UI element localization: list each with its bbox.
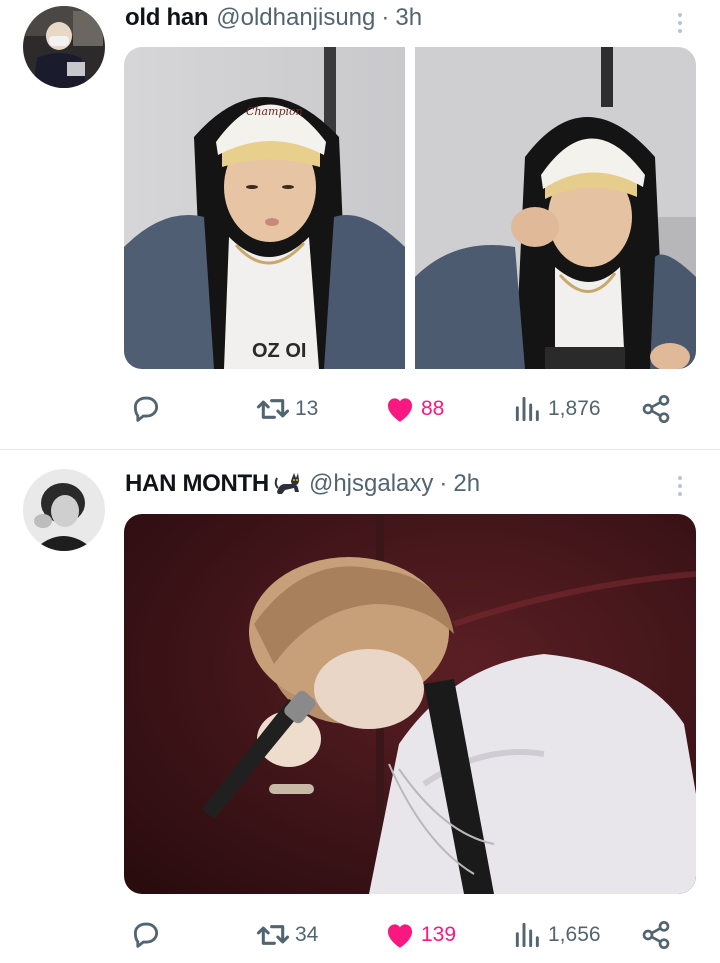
like-button[interactable]: 139 [383, 915, 456, 955]
display-name[interactable]: old han [125, 4, 209, 32]
logo-text: Champion [246, 105, 303, 118]
retweet-count: 13 [295, 397, 319, 420]
user-handle[interactable]: @hjsgalaxy [309, 470, 433, 498]
views-button[interactable]: 1,876 [512, 389, 601, 429]
tweet-header: HAN MONTH @hjsgalaxy · 2h [125, 467, 480, 501]
retweet-button[interactable]: 13 [255, 389, 318, 429]
tweet-actions: 34 139 1,656 [124, 915, 696, 955]
views-chart-icon [515, 922, 539, 948]
reply-button[interactable] [129, 389, 167, 429]
like-button[interactable]: 88 [383, 389, 444, 429]
tweet-actions: 13 88 1,876 [124, 389, 696, 429]
user-handle[interactable]: @oldhanjisung [216, 4, 375, 32]
retweet-icon [256, 925, 290, 945]
media-grid[interactable]: Champion OZ OI [124, 47, 696, 369]
reply-button[interactable] [129, 915, 167, 955]
display-name[interactable]: HAN MONTH [125, 470, 269, 498]
tweet-photo[interactable] [124, 514, 696, 894]
more-options-icon[interactable] [668, 471, 692, 501]
reply-icon [133, 396, 159, 422]
more-options-icon[interactable] [668, 8, 692, 38]
views-chart-icon [515, 396, 539, 422]
separator-dot: · [381, 4, 390, 31]
cat-icon [274, 473, 299, 494]
timestamp[interactable]: 2h [453, 470, 480, 498]
like-count: 88 [421, 397, 445, 420]
tweet-photo[interactable] [415, 47, 696, 369]
avatar[interactable] [23, 6, 105, 88]
shirt-print: OZ OI [252, 340, 306, 362]
retweet-count: 34 [295, 923, 319, 946]
retweet-icon [256, 399, 290, 419]
timestamp[interactable]: 3h [395, 4, 422, 32]
avatar[interactable] [23, 469, 105, 551]
heart-icon [387, 398, 413, 422]
tweet-photo[interactable]: Champion OZ OI [124, 47, 405, 369]
views-count: 1,876 [548, 397, 601, 420]
separator-dot: · [439, 470, 448, 497]
like-count: 139 [421, 923, 457, 946]
heart-icon [387, 924, 413, 948]
views-button[interactable]: 1,656 [512, 915, 601, 955]
share-button[interactable] [640, 389, 672, 429]
share-button[interactable] [640, 915, 672, 955]
tweet-header: old han @oldhanjisung · 3h [125, 1, 422, 35]
retweet-button[interactable]: 34 [255, 915, 318, 955]
share-icon [642, 921, 670, 949]
views-count: 1,656 [548, 923, 601, 946]
tweet[interactable]: HAN MONTH @hjsgalaxy · 2h 34 139 1,656 [0, 450, 720, 963]
reply-icon [133, 922, 159, 948]
tweet[interactable]: old han @oldhanjisung · 3h Champion OZ O… [0, 0, 720, 449]
share-icon [642, 395, 670, 423]
